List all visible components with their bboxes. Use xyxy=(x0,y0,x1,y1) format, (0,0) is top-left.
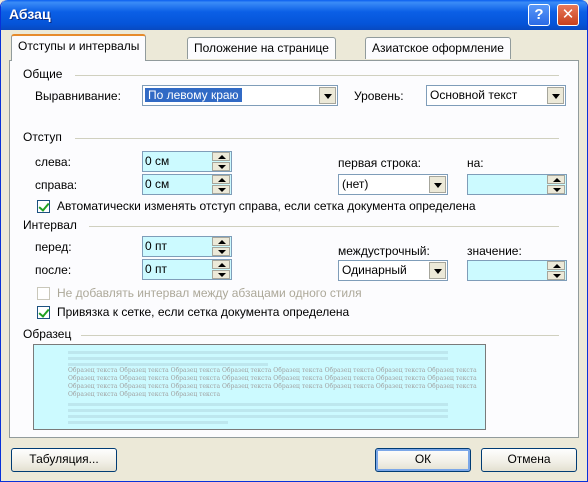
first-line-select[interactable]: (нет) xyxy=(338,174,448,195)
auto-adjust-checkbox[interactable] xyxy=(37,200,50,213)
auto-adjust-label[interactable]: Автоматически изменять отступ справа, ес… xyxy=(57,199,476,213)
line-spacing-value: Одинарный xyxy=(342,263,407,277)
spacing-heading: Интервал xyxy=(23,218,77,232)
general-divider xyxy=(75,75,559,76)
indent-divider xyxy=(75,138,559,139)
spin-up-icon[interactable] xyxy=(212,152,230,161)
spacing-after-spinner[interactable]: 0 пт xyxy=(142,259,232,280)
general-heading: Общие xyxy=(23,67,63,81)
indent-left-spinner[interactable]: 0 см xyxy=(142,151,232,172)
indent-right-value[interactable]: 0 см xyxy=(145,177,169,191)
spacing-before-value[interactable]: 0 пт xyxy=(145,239,167,253)
spin-down-icon[interactable] xyxy=(212,185,230,194)
spacing-before-spinner[interactable]: 0 пт xyxy=(142,236,232,257)
indent-left-value[interactable]: 0 см xyxy=(145,154,169,168)
alignment-label: Выравнивание: xyxy=(35,89,121,103)
spin-down-icon[interactable] xyxy=(547,271,565,280)
paragraph-dialog: Абзац ? ✕ Отступы и интервалы Положение … xyxy=(0,0,588,482)
level-select[interactable]: Основной текст xyxy=(426,85,566,106)
spin-up-icon[interactable] xyxy=(547,175,565,184)
indent-heading: Отступ xyxy=(23,130,62,144)
level-label: Уровень: xyxy=(354,89,404,103)
alignment-dropdown-icon[interactable] xyxy=(319,87,336,104)
snap-grid-checkbox[interactable] xyxy=(37,306,50,319)
spin-up-icon[interactable] xyxy=(212,260,230,269)
no-space-checkbox[interactable] xyxy=(37,287,50,300)
no-space-label[interactable]: Не добавлять интервал между абзацами одн… xyxy=(57,286,362,300)
level-dropdown-icon[interactable] xyxy=(547,87,564,104)
at-spinner[interactable] xyxy=(467,260,567,281)
by-label: на: xyxy=(467,156,484,170)
spin-up-icon[interactable] xyxy=(547,261,565,270)
line-spacing-label: междустрочный: xyxy=(338,244,430,258)
snap-grid-label[interactable]: Привязка к сетке, если сетка документа о… xyxy=(57,305,349,319)
alignment-value: По левому краю xyxy=(145,88,242,102)
alignment-select[interactable]: По левому краю xyxy=(142,85,338,106)
spacing-before-label: перед: xyxy=(35,240,72,254)
spin-down-icon[interactable] xyxy=(212,162,230,171)
preview-divider xyxy=(81,335,559,336)
line-spacing-select[interactable]: Одинарный xyxy=(338,260,448,281)
level-value: Основной текст xyxy=(430,88,518,102)
spin-up-icon[interactable] xyxy=(212,175,230,184)
line-spacing-dropdown-icon[interactable] xyxy=(429,262,446,279)
spin-down-icon[interactable] xyxy=(212,270,230,279)
spin-down-icon[interactable] xyxy=(212,247,230,256)
first-line-label: первая строка: xyxy=(338,156,421,170)
indent-right-label: справа: xyxy=(35,178,78,192)
preview-heading: Образец xyxy=(23,327,72,341)
indent-left-label: слева: xyxy=(35,155,71,169)
first-line-value: (нет) xyxy=(342,177,369,191)
indent-right-spinner[interactable]: 0 см xyxy=(142,174,232,195)
by-spinner[interactable] xyxy=(467,174,567,195)
spacing-after-value[interactable]: 0 пт xyxy=(145,262,167,276)
spacing-divider xyxy=(89,226,559,227)
spin-down-icon[interactable] xyxy=(547,185,565,194)
spin-up-icon[interactable] xyxy=(212,237,230,246)
first-line-dropdown-icon[interactable] xyxy=(429,176,446,193)
spacing-after-label: после: xyxy=(35,263,72,277)
at-label: значение: xyxy=(467,244,522,258)
